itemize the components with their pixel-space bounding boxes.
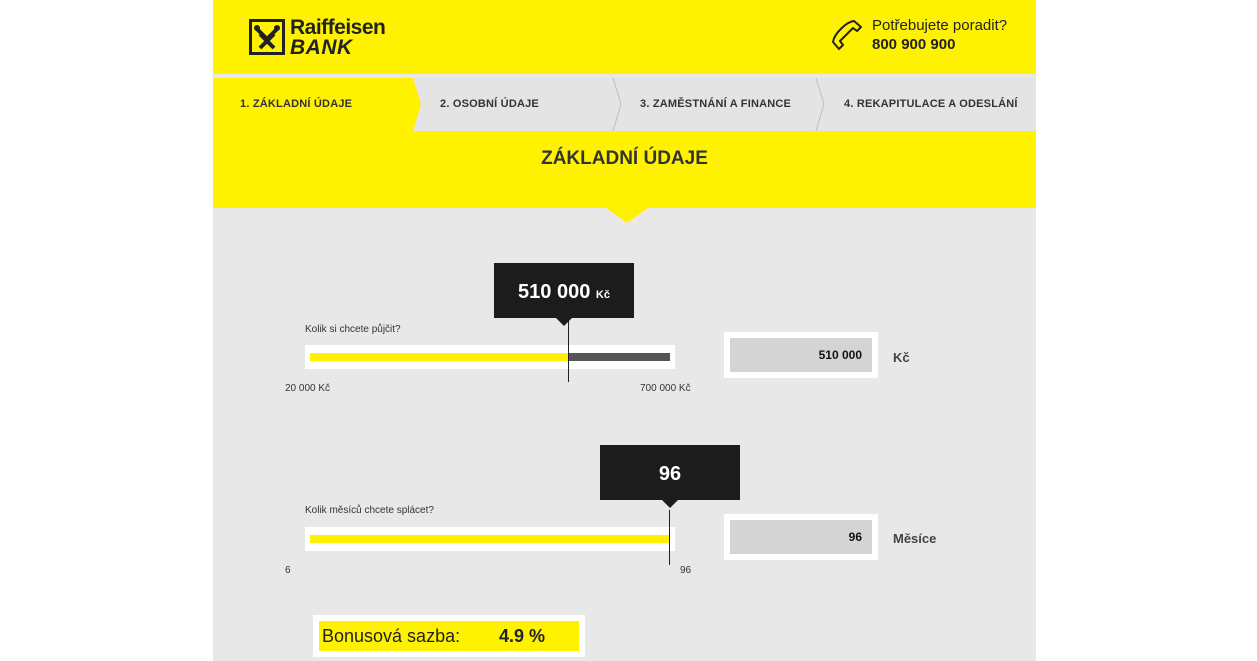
months-bubble-value: 96: [658, 463, 682, 485]
loan-slider-handle[interactable]: [568, 320, 569, 382]
months-max-label: 96: [680, 565, 692, 576]
months-slider[interactable]: [305, 527, 675, 551]
section-header: ZÁKLADNÍ ÚDAJE: [213, 131, 1036, 208]
brand-logo[interactable]: Raiffeisen BANK: [290, 16, 386, 59]
months-question-label: Kolik měsíců chcete splácet?: [305, 505, 434, 516]
step-personal-info[interactable]: 2. OSOBNÍ ÚDAJE: [440, 78, 539, 131]
raiffeisen-logo-icon: [249, 19, 285, 55]
loan-slider-fill: [310, 353, 569, 361]
page: Raiffeisen BANK Potřebujete poradit? 800…: [213, 0, 1036, 661]
loan-unit-label: Kč: [893, 350, 910, 365]
months-slider-fill: [310, 535, 670, 543]
months-field[interactable]: 96: [724, 514, 878, 560]
loan-amount-bubble: 510 000 Kč: [494, 263, 634, 326]
brand-subname: BANK: [290, 36, 353, 59]
header: Raiffeisen BANK Potřebujete poradit? 800…: [213, 0, 1036, 74]
section-title: ZÁKLADNÍ ÚDAJE: [541, 148, 708, 169]
months-input[interactable]: 96: [730, 520, 872, 554]
brand-name: Raiffeisen: [290, 16, 386, 39]
bonus-rate-value: 4.9 %: [499, 626, 546, 646]
step-summary-submit[interactable]: 4. REKAPITULACE A ODESLÁNÍ: [844, 78, 1018, 131]
section-pointer: [606, 208, 648, 223]
help-text: Potřebujete poradit?: [872, 17, 1008, 34]
loan-bubble-unit: Kč: [595, 289, 610, 301]
help-phone-number[interactable]: 800 900 900: [872, 36, 955, 53]
months-slider-handle[interactable]: [669, 510, 670, 565]
loan-max-label: 700 000 Kč: [640, 383, 691, 394]
months-min-label: 6: [285, 565, 291, 576]
step-basic-info[interactable]: 1. ZÁKLADNÍ ÚDAJE: [240, 78, 352, 131]
bonus-rate-box: Bonusová sazba: 4.9 %: [313, 615, 585, 657]
loan-question-label: Kolik si chcete půjčit?: [305, 324, 401, 335]
loan-min-label: 20 000 Kč: [285, 383, 331, 394]
phone-icon: [832, 20, 862, 50]
loan-slider[interactable]: [305, 345, 675, 369]
bonus-rate-inner: Bonusová sazba: 4.9 %: [319, 621, 579, 651]
bonus-rate-label: Bonusová sazba:: [322, 626, 461, 646]
step-employment-finance[interactable]: 3. ZAMĚSTNÁNÍ A FINANCE: [640, 78, 791, 131]
wizard-steps: 1. ZÁKLADNÍ ÚDAJE 2. OSOBNÍ ÚDAJE 3. ZAM…: [213, 78, 1036, 131]
months-bubble: 96: [600, 445, 740, 508]
loan-bubble-value: 510 000: [518, 281, 591, 303]
months-unit-label: Měsíce: [893, 531, 937, 546]
loan-amount-input[interactable]: 510 000: [730, 338, 872, 372]
loan-amount-field[interactable]: 510 000: [724, 332, 878, 378]
